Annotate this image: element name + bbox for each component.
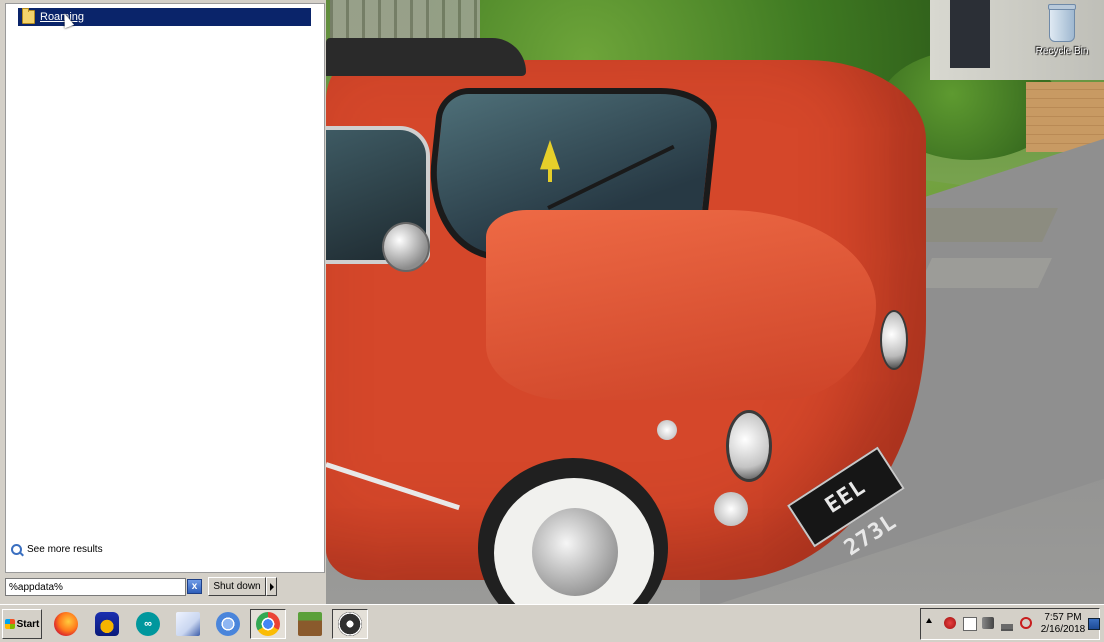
chrome-icon xyxy=(256,612,280,636)
arduino-icon: ∞ xyxy=(136,612,160,636)
search-input[interactable] xyxy=(5,578,186,596)
see-more-results-link[interactable]: See more results xyxy=(11,544,103,555)
start-menu: Roaming See more results x Shut down xyxy=(0,0,326,604)
paving-slab xyxy=(918,258,1052,288)
recycle-bin[interactable]: Recycle Bin xyxy=(1034,4,1090,57)
taskbar-chrome[interactable] xyxy=(250,609,286,639)
network-adapter-icon[interactable] xyxy=(982,617,994,629)
audacity-icon xyxy=(95,612,119,636)
minecraft-icon xyxy=(298,612,322,636)
show-desktop-icon[interactable] xyxy=(1088,618,1100,630)
clear-search-button[interactable]: x xyxy=(187,579,202,594)
headlight-right xyxy=(880,310,908,370)
obs-icon xyxy=(338,612,362,636)
see-more-label: See more results xyxy=(27,544,103,555)
taskbar-audacity[interactable] xyxy=(89,609,125,639)
clock-time: 7:57 PM xyxy=(1044,612,1082,623)
headlight-left xyxy=(726,410,772,482)
editor-icon xyxy=(176,612,200,636)
start-label: Start xyxy=(16,618,40,630)
chevron-up-icon[interactable] xyxy=(926,618,932,623)
car-hood xyxy=(486,210,876,400)
start-button[interactable]: Start xyxy=(2,609,42,639)
search-icon xyxy=(11,544,22,555)
clock[interactable]: 7:57 PM 2/16/2018 xyxy=(1039,612,1087,636)
wifi-signal-icon[interactable] xyxy=(1001,617,1013,631)
action-center-icon[interactable] xyxy=(963,617,977,631)
search-results: Roaming See more results xyxy=(5,3,325,573)
taskbar-chromium[interactable] xyxy=(210,609,246,639)
taskbar-minecraft[interactable] xyxy=(292,609,328,639)
hubcap xyxy=(532,508,618,596)
taskbar-obs[interactable] xyxy=(332,609,368,639)
taskbar-arduino[interactable]: ∞ xyxy=(130,609,166,639)
firefox-icon xyxy=(54,612,78,636)
clock-date: 2/16/2018 xyxy=(1040,624,1086,635)
recycle-bin-label: Recycle Bin xyxy=(1035,46,1089,57)
taskbar: Start ∞ 7:57 PM 2/16/2018 xyxy=(0,604,1104,642)
recycle-bin-icon xyxy=(1048,4,1076,42)
car-roof xyxy=(326,38,526,76)
taskbar-firefox[interactable] xyxy=(48,609,84,639)
shutdown-options-button[interactable] xyxy=(266,577,277,596)
windows-logo-icon xyxy=(4,619,15,629)
antivirus-icon[interactable] xyxy=(944,617,956,629)
taskbar-editor[interactable] xyxy=(170,609,206,639)
fog-light xyxy=(714,492,748,526)
chromium-icon xyxy=(216,612,240,636)
shutdown-button[interactable]: Shut down xyxy=(208,577,266,596)
system-tray: 7:57 PM 2/16/2018 xyxy=(920,608,1100,640)
side-indicator xyxy=(657,420,677,440)
folder-icon xyxy=(22,8,35,24)
volume-muted-icon[interactable] xyxy=(1020,617,1032,629)
side-mirror xyxy=(382,222,430,272)
